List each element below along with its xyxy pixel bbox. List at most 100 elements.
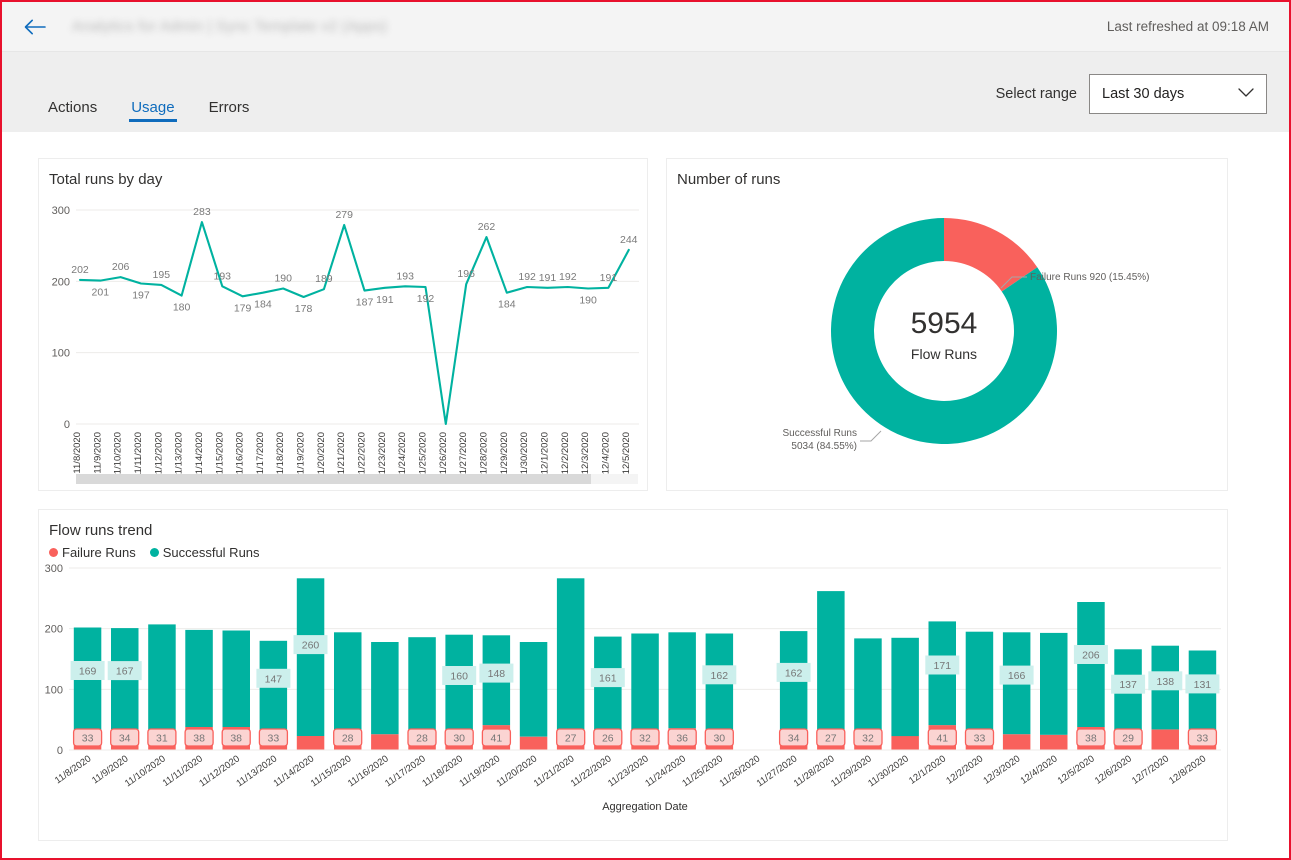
bar-segment-failure[interactable]	[371, 734, 399, 750]
line-point-label: 196	[457, 268, 475, 280]
bar-segment-successful[interactable]	[817, 591, 845, 734]
tab-errors[interactable]: Errors	[199, 86, 260, 132]
line-point-label: 191	[600, 272, 618, 284]
bar-segment-successful[interactable]	[408, 637, 436, 734]
tab-actions[interactable]: Actions	[38, 86, 107, 132]
bar-segment-failure[interactable]	[1040, 734, 1068, 750]
line-x-tick: 11/15/2020	[214, 432, 225, 479]
line-point-label: 192	[559, 271, 577, 283]
bar-label-failure: 34	[788, 733, 800, 745]
range-dropdown[interactable]: Last 30 days	[1089, 74, 1267, 114]
legend-item-successful[interactable]: Successful Runs	[149, 545, 260, 560]
bar-segment-successful[interactable]	[519, 642, 548, 737]
bar-y-tick: 0	[57, 745, 63, 757]
line-chart-scrollbar-track[interactable]	[76, 474, 638, 484]
line-point-label: 190	[274, 272, 292, 284]
line-point-label: 191	[376, 294, 394, 306]
line-x-tick: 12/5/2020	[621, 432, 632, 474]
bar-x-tick: 11/24/2020	[643, 753, 688, 789]
bar-x-tick: 12/4/2020	[1019, 753, 1060, 786]
bar-segment-successful[interactable]	[965, 631, 994, 730]
bar-label-successful: 162	[711, 670, 729, 682]
donut-chart-title: Number of runs	[677, 171, 781, 188]
donut-chart[interactable]: 5954 Flow Runs Failure Runs 920 (15.45%) Su…	[667, 188, 1227, 488]
analytics-window: Analytics for Admin | Sync Template v2 (…	[0, 0, 1291, 860]
bar-label-successful: 162	[785, 667, 803, 679]
line-x-tick: 11/18/2020	[275, 432, 286, 479]
tab-list: Actions Usage Errors	[2, 52, 273, 132]
bar-label-failure: 30	[453, 733, 465, 745]
line-point-label: 193	[214, 270, 232, 282]
bar-label-failure: 32	[862, 733, 874, 745]
line-x-tick: 11/26/2020	[438, 432, 449, 479]
select-range-label: Select range	[995, 86, 1077, 102]
title-bar: Analytics for Admin | Sync Template v2 (…	[2, 2, 1289, 52]
range-picker: Select range Last 30 days	[996, 52, 1289, 114]
bar-segment-failure[interactable]	[891, 736, 919, 750]
bar-x-tick: 11/10/2020	[123, 753, 168, 789]
legend-dot-failure	[49, 548, 58, 557]
back-button[interactable]	[20, 12, 50, 42]
bar-segment-failure[interactable]	[296, 736, 325, 750]
bar-x-tick: 11/11/2020	[161, 753, 205, 788]
line-point-label: 195	[153, 269, 171, 281]
line-chart-svg: 0100200300202201206197195180283193179 184…	[52, 205, 639, 479]
bar-label-successful: 260	[302, 640, 320, 652]
line-y-tick: 100	[52, 348, 70, 360]
command-bar: Actions Usage Errors Select range Last 3…	[2, 52, 1289, 132]
bar-segment-successful[interactable]	[556, 578, 585, 734]
bar-segment-successful[interactable]	[668, 632, 696, 729]
bar-segment-successful[interactable]	[1077, 602, 1105, 727]
line-chart-scrollbar-thumb[interactable]	[76, 474, 591, 484]
bar-label-successful: 206	[1082, 650, 1100, 662]
bar-x-tick: 12/7/2020	[1130, 753, 1171, 786]
bar-x-axis-title: Aggregation Date	[602, 801, 688, 813]
charts-row-top: Total runs by day 0 100 200 300 202 201 206 197…	[38, 158, 1253, 491]
bar-segment-successful[interactable]	[891, 637, 919, 737]
line-x-tick: 11/11/2020	[133, 432, 144, 478]
line-y-tick: 200	[52, 276, 70, 288]
line-point-label: 193	[396, 270, 414, 282]
bar-x-tick: 11/28/2020	[792, 753, 837, 789]
bar-label-successful: 138	[1157, 676, 1175, 688]
bar-x-tick: 11/27/2020	[755, 753, 800, 789]
bar-x-tick: 11/21/2020	[532, 753, 577, 789]
legend-item-failure[interactable]: Failure Runs	[49, 545, 136, 560]
donut-callout-line-successful	[860, 430, 882, 442]
donut-callout-successful-line1: Successful Runs	[783, 428, 857, 439]
bar-segment-successful[interactable]	[296, 578, 325, 736]
line-point-label: 179	[234, 302, 252, 314]
tab-usage[interactable]: Usage	[121, 86, 184, 132]
bar-segment-failure[interactable]	[1002, 734, 1031, 750]
bar-label-failure: 28	[342, 733, 354, 745]
bar-segment-successful[interactable]	[854, 638, 882, 731]
line-x-tick: 11/10/2020	[113, 432, 124, 479]
bar-chart[interactable]: 0 100 200 300 33 34 31 38 38 33 28 28 30 41 27 26 32 36 30…	[39, 560, 1227, 828]
bar-label-failure: 27	[565, 733, 577, 745]
bar-segment-successful[interactable]	[148, 624, 176, 732]
line-point-label: 262	[478, 221, 496, 233]
bar-segment-successful[interactable]	[631, 633, 659, 731]
bar-segment-successful[interactable]	[371, 642, 399, 735]
bar-segment-successful[interactable]	[222, 630, 251, 728]
line-y-tick: 300	[52, 205, 70, 217]
line-chart-title: Total runs by day	[49, 171, 163, 188]
bar-label-failure: 41	[491, 733, 503, 745]
bar-label-failure: 33	[1197, 733, 1209, 745]
bar-segment-successful[interactable]	[185, 629, 213, 727]
bar-x-tick: 12/8/2020	[1167, 753, 1208, 786]
bar-x-tick: 11/19/2020	[457, 753, 502, 789]
bar-x-tick: 11/20/2020	[495, 753, 540, 789]
line-chart[interactable]: 0 100 200 300 202 201 206 197 195 180 283 193 179 184…	[39, 188, 647, 488]
bar-x-tick: 11/13/2020	[234, 753, 279, 789]
back-arrow-icon	[24, 19, 46, 34]
bar-x-tick: 11/17/2020	[383, 753, 428, 789]
bar-segment-failure[interactable]	[1151, 729, 1180, 750]
bar-segment-successful[interactable]	[1040, 632, 1068, 735]
bar-label-successful: 171	[934, 660, 952, 672]
line-x-tick: 11/9/2020	[92, 432, 103, 474]
line-series-path	[78, 221, 630, 426]
bar-segment-failure[interactable]	[519, 736, 548, 750]
line-point-label: 178	[295, 303, 313, 315]
bar-segment-successful[interactable]	[334, 632, 362, 733]
